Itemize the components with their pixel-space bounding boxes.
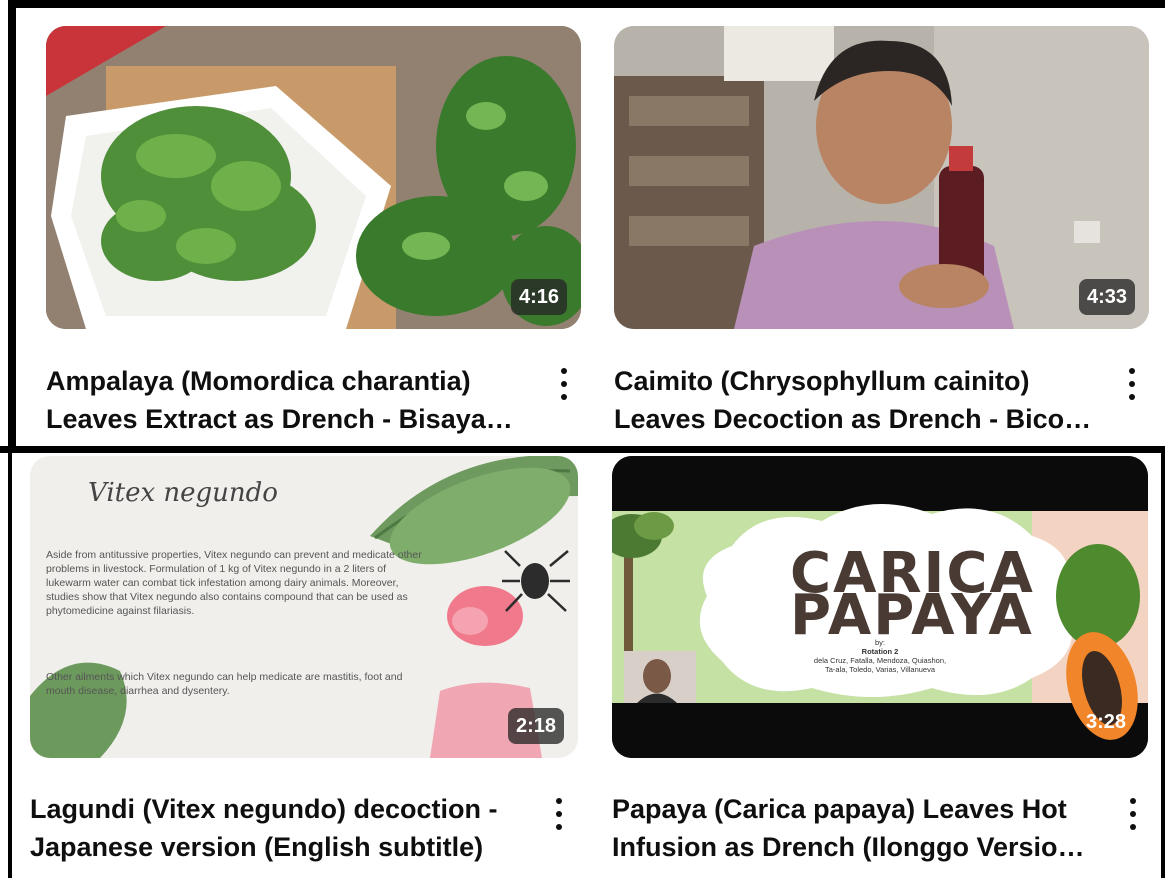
video-card[interactable]: 4:33 Caimito (Chrysophyllum cainito) Lea… [614,26,1159,446]
slide-paragraph: Aside from antitussive properties, Vitex… [46,549,422,617]
video-duration: 4:16 [510,279,567,315]
video-title-line2: Infusion as Drench (Ilonggo Versio… [612,832,1085,862]
video-title-line2: Leaves Decoction as Drench - Bico… [614,404,1092,434]
video-title-line1: Lagundi (Vitex negundo) decoction - [30,794,498,824]
video-card[interactable]: 4:16 Ampalaya (Momordica charantia) Leav… [46,26,591,446]
more-vert-icon[interactable] [1117,360,1147,408]
video-title[interactable]: Lagundi (Vitex negundo) decoction - Japa… [30,790,528,866]
frame-right-border [1161,446,1165,878]
video-title-line1: Papaya (Carica papaya) Leaves Hot [612,794,1067,824]
thumbnail-image [46,26,581,329]
video-duration: 3:28 [1085,711,1126,733]
video-title-line2: Leaves Extract as Drench - Bisaya… [46,404,513,434]
frame-top-border [8,0,1165,8]
frame-left-border-top [8,0,16,452]
more-vert-icon[interactable] [549,360,579,408]
video-card[interactable]: CARICA PAPAYA by: Rotation 2 dela Cruz, … [612,456,1161,878]
video-thumbnail[interactable]: 4:16 [46,26,581,329]
video-title[interactable]: Papaya (Carica papaya) Leaves Hot Infusi… [612,790,1109,866]
video-title[interactable]: Ampalaya (Momordica charantia) Leaves Ex… [46,362,539,438]
video-duration: 2:18 [507,708,564,744]
slide-members: Ta-ala, Toledo, Varias, Villanueva [824,665,936,674]
slide-heading: Vitex negundo [88,478,278,508]
slide-paragraph: Other ailments which Vitex negundo can h… [46,671,403,697]
video-title-line1: Ampalaya (Momordica charantia) [46,366,471,396]
video-thumbnail[interactable]: 4:33 [614,26,1149,329]
video-title[interactable]: Caimito (Chrysophyllum cainito) Leaves D… [614,362,1107,438]
frame-left-border-bottom [8,446,12,878]
more-vert-icon[interactable] [544,790,574,838]
more-vert-icon[interactable] [1118,790,1148,838]
video-title-line1: Caimito (Chrysophyllum cainito) [614,366,1030,396]
video-thumbnail[interactable]: CARICA PAPAYA by: Rotation 2 dela Cruz, … [612,456,1148,758]
video-title-line2: Japanese version (English subtitle) [30,832,484,862]
video-card[interactable]: Vitex negundo Aside from antitussive pro… [30,456,590,878]
frame-divider [0,446,1165,453]
thumbnail-image [614,26,1149,329]
slide-heading-line2: PAPAYA [790,583,1034,648]
video-duration: 4:33 [1078,279,1135,315]
video-thumbnail[interactable]: Vitex negundo Aside from antitussive pro… [30,456,578,758]
